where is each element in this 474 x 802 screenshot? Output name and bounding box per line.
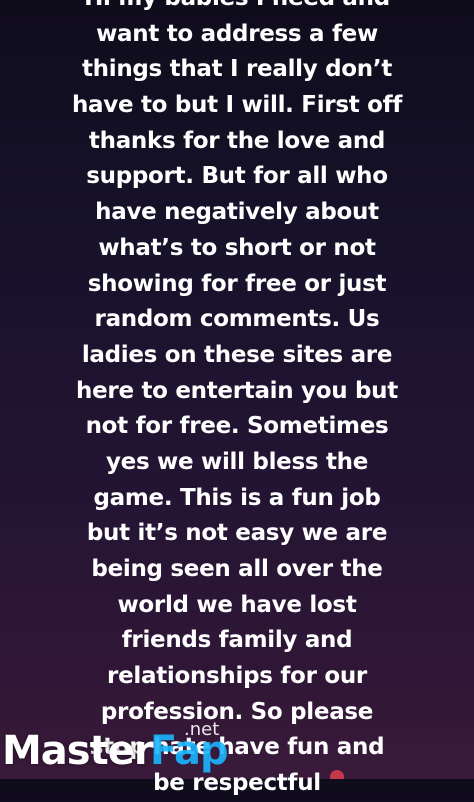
watermark-word-fap: Fap	[150, 728, 229, 774]
story-line: have negatively about	[95, 199, 379, 226]
story-line: Hi my babies I need and	[0, 0, 474, 17]
story-line: things that I really don’t	[81, 56, 393, 83]
story-line: support. But for all who	[86, 163, 388, 190]
story-line: being seen all over the	[91, 556, 383, 582]
story-line: random comments. Us	[94, 306, 380, 333]
story-line: have to but I will. First off	[71, 92, 403, 119]
story-line: here to entertain you but	[76, 377, 398, 404]
story-line: what’s to short or not	[98, 234, 376, 261]
story-line: game. This is a fun job	[93, 484, 381, 511]
story-line: friends family and	[121, 627, 353, 654]
watermark-logo: Master .net Fap	[0, 720, 300, 779]
story-line: thanks for the love and	[88, 127, 386, 154]
heart-emoji-icon	[330, 770, 344, 779]
story-line: not for free. Sometimes	[85, 413, 389, 440]
story-text: Hi my babies I need and want to address …	[0, 0, 474, 802]
story-line: ladies on these sites are	[81, 341, 393, 368]
story-line: yes we will bless the	[105, 448, 369, 475]
story-line: showing for free or just	[87, 270, 387, 297]
story-line: relationships for our	[107, 663, 367, 690]
watermark-word-master: Master	[2, 728, 154, 774]
story-line: but it’s not easy we are	[86, 520, 388, 547]
story-line: world we have lost	[117, 591, 357, 618]
story-line: want to address a few	[96, 20, 378, 47]
